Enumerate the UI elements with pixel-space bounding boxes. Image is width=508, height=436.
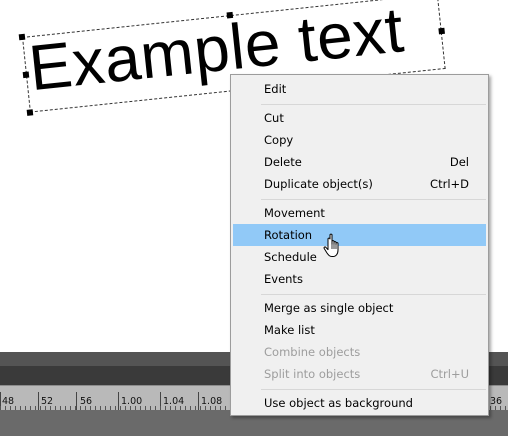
menu-item-label: Use object as background	[264, 396, 413, 410]
ruler-label: 48	[2, 396, 15, 407]
menu-item-shortcut: Ctrl+D	[430, 177, 469, 191]
menu-item-use-as-background[interactable]: Use object as background	[233, 392, 486, 414]
menu-item-label: Combine objects	[264, 345, 361, 359]
context-menu: Edit Cut Copy Delete Del Duplicate objec…	[230, 74, 489, 416]
menu-separator	[261, 294, 486, 295]
menu-item-delete[interactable]: Delete Del	[233, 151, 486, 173]
menu-item-label: Movement	[264, 206, 325, 220]
menu-item-shortcut: Del	[449, 155, 469, 169]
menu-item-make-list[interactable]: Make list	[233, 319, 486, 341]
menu-separator	[261, 199, 486, 200]
menu-item-label: Cut	[264, 111, 284, 125]
resize-handle-left[interactable]	[22, 71, 30, 79]
menu-item-label: Rotation	[264, 228, 313, 242]
menu-item-movement[interactable]: Movement	[233, 202, 486, 224]
menu-item-label: Events	[264, 272, 303, 286]
menu-item-schedule[interactable]: Schedule	[233, 246, 486, 268]
resize-handle-right[interactable]	[438, 27, 445, 35]
menu-item-label: Make list	[264, 323, 315, 337]
menu-item-label: Schedule	[264, 250, 317, 264]
menu-item-label: Merge as single object	[264, 301, 394, 315]
ruler-tick	[118, 392, 119, 410]
resize-handle-top-left[interactable]	[18, 33, 26, 41]
menu-item-split[interactable]: Split into objects Ctrl+U	[233, 363, 486, 385]
menu-item-label: Copy	[264, 133, 294, 147]
menu-separator	[261, 104, 486, 105]
resize-handle-top[interactable]	[226, 11, 234, 19]
menu-item-duplicate[interactable]: Duplicate object(s) Ctrl+D	[233, 173, 486, 195]
menu-item-copy[interactable]: Copy	[233, 129, 486, 151]
menu-item-edit[interactable]: Edit	[233, 78, 486, 100]
ruler-tick	[198, 392, 199, 410]
menu-separator	[261, 389, 486, 390]
menu-item-label: Duplicate object(s)	[264, 177, 373, 191]
menu-item-label: Edit	[264, 82, 287, 96]
menu-item-events[interactable]: Events	[233, 268, 486, 290]
menu-item-label: Delete	[264, 155, 302, 169]
menu-item-shortcut: Ctrl+U	[430, 367, 469, 381]
menu-item-label: Split into objects	[264, 367, 361, 381]
menu-item-combine[interactable]: Combine objects	[233, 341, 486, 363]
menu-item-cut[interactable]: Cut	[233, 107, 486, 129]
menu-item-rotation[interactable]: Rotation	[233, 224, 486, 246]
resize-handle-bottom-left[interactable]	[26, 109, 34, 116]
ruler-label: 52	[41, 396, 54, 407]
ruler-tick	[38, 392, 39, 410]
menu-item-merge[interactable]: Merge as single object	[233, 297, 486, 319]
ruler-tick	[76, 392, 77, 410]
hand-cursor-icon	[323, 233, 339, 257]
